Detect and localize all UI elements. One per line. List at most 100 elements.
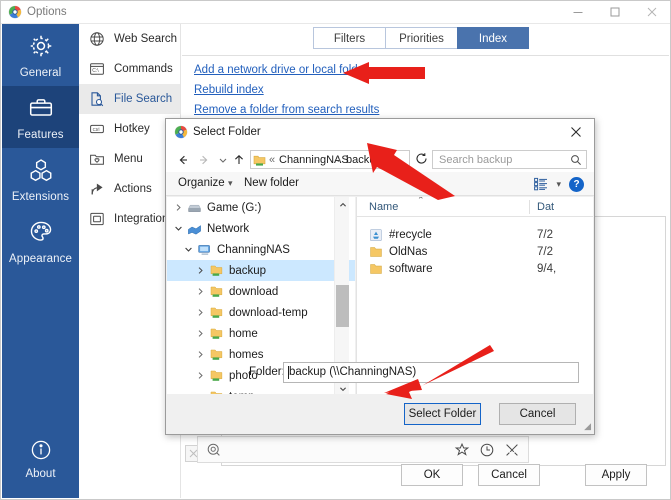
ok-button[interactable]: OK	[401, 464, 463, 486]
folder-name-value: backup (\\ChanningNAS)	[289, 366, 417, 378]
chevron-down-icon[interactable]	[383, 157, 393, 170]
search-placeholder: Search backup	[439, 154, 513, 166]
tab-index[interactable]: Index	[457, 27, 529, 49]
arrow-left-icon[interactable]	[173, 150, 192, 169]
chevron-right-icon[interactable]	[193, 371, 208, 380]
tree-row[interactable]: download	[167, 281, 355, 302]
svg-text:Ctrl: Ctrl	[93, 127, 100, 132]
chevron-right-icon[interactable]	[193, 287, 208, 296]
tree-row-backup[interactable]: backup	[167, 260, 355, 281]
folder-name-input[interactable]: backup (\\ChanningNAS)	[283, 362, 579, 383]
maximize-button[interactable]	[596, 1, 633, 23]
apply-button[interactable]: Apply	[585, 464, 647, 486]
organize-button[interactable]: Organize	[178, 177, 225, 189]
subnav-item-file-search[interactable]: File Search	[79, 84, 180, 114]
subnav-item-web-search[interactable]: Web Search	[79, 24, 180, 54]
disk-icon	[186, 200, 202, 216]
resize-grip-icon[interactable]: ◢	[584, 421, 591, 432]
globe-icon	[88, 30, 106, 48]
tree-label: backup	[229, 264, 267, 277]
file-search-icon	[88, 90, 106, 108]
chevron-down-icon[interactable]	[181, 245, 196, 254]
file-list-row[interactable]: software 9/4,	[357, 261, 593, 278]
tree-row[interactable]: Game (G:)	[167, 197, 355, 218]
refresh-icon[interactable]	[415, 152, 428, 168]
folder-icon	[369, 262, 383, 276]
tree-label: Network	[207, 222, 250, 235]
subnav-item-commands[interactable]: C:\ Commands	[79, 54, 180, 84]
star-icon[interactable]	[454, 442, 470, 458]
add-network-drive-link[interactable]: Add a network drive or local folder	[194, 64, 379, 76]
column-header-date[interactable]: Dat	[537, 201, 554, 213]
tree-label: ChanningNAS	[217, 243, 290, 256]
chevron-right-icon[interactable]	[171, 203, 186, 212]
tree-row[interactable]: Network	[167, 218, 355, 239]
dialog-cancel-button[interactable]: Cancel	[499, 403, 576, 425]
tree-row[interactable]: ChanningNAS	[167, 239, 355, 260]
tab-filters[interactable]: Filters	[313, 27, 385, 49]
file-list-header: Name ⌃ Dat	[357, 197, 593, 217]
help-icon[interactable]: ?	[569, 177, 584, 192]
palette-icon	[2, 210, 79, 253]
tree-row[interactable]: home	[167, 323, 355, 344]
scrollbar-thumb[interactable]	[336, 285, 349, 327]
info-icon	[2, 434, 79, 468]
network-folder-icon	[208, 326, 224, 342]
share-arrow-icon	[88, 180, 106, 198]
sidebar-item-label: Features	[17, 129, 64, 141]
scroll-up-icon[interactable]	[335, 197, 350, 212]
network-folder-icon	[253, 153, 266, 167]
search-input[interactable]: Search backup	[432, 150, 587, 169]
sidebar-item-features[interactable]: Features	[2, 86, 79, 148]
new-folder-button[interactable]: New folder	[244, 177, 299, 189]
cancel-button[interactable]: Cancel	[478, 464, 540, 486]
chevron-right-icon[interactable]	[193, 266, 208, 275]
sidebar-item-label: General	[19, 67, 62, 79]
close-button[interactable]	[633, 1, 670, 23]
remove-folder-link[interactable]: Remove a folder from search results	[194, 104, 379, 116]
background-search-bar[interactable]	[197, 436, 529, 463]
minimize-button[interactable]	[559, 1, 596, 23]
chevron-right-icon[interactable]	[193, 350, 208, 359]
sidebar-item-about[interactable]: About	[2, 434, 79, 490]
tree-row[interactable]: download-temp	[167, 302, 355, 323]
tree-label: download	[229, 285, 279, 298]
arrow-up-icon[interactable]	[229, 150, 248, 169]
computer-icon	[196, 242, 212, 258]
chevron-right-icon[interactable]	[193, 308, 208, 317]
rebuild-index-link[interactable]: Rebuild index	[194, 84, 379, 96]
sidebar-item-appearance[interactable]: Appearance	[2, 210, 79, 272]
clock-icon[interactable]	[479, 442, 495, 458]
chevron-down-icon[interactable]: ▾	[228, 178, 233, 189]
network-folder-icon	[208, 368, 224, 384]
view-list-icon[interactable]	[533, 176, 549, 192]
column-divider[interactable]	[529, 200, 530, 214]
chevron-right-icon[interactable]	[193, 329, 208, 338]
tree-label: Game (G:)	[207, 201, 262, 214]
column-header-name[interactable]: Name	[369, 201, 398, 213]
key-icon: Ctrl	[88, 120, 106, 138]
search-globe-icon	[8, 5, 22, 19]
chevron-down-icon[interactable]	[171, 224, 186, 233]
folder-field-label: Folder:	[249, 366, 285, 378]
select-folder-button[interactable]: Select Folder	[404, 403, 481, 425]
search-globe-icon	[174, 125, 188, 139]
recycle-icon	[369, 228, 383, 242]
file-list-row[interactable]: #recycle 7/2	[357, 227, 593, 244]
file-name: software	[389, 263, 433, 275]
sidebar-item-general[interactable]: General	[2, 24, 79, 86]
title-bar: Options	[1, 1, 670, 24]
chevron-down-icon[interactable]: ▾	[556, 179, 561, 190]
dialog-close-button[interactable]	[558, 119, 594, 145]
sidebar-item-label: Extensions	[11, 191, 70, 203]
tools-icon[interactable]	[504, 442, 520, 458]
breadcrumb-separator: «	[269, 154, 276, 166]
file-date: 7/2	[537, 246, 553, 258]
breadcrumb-item-backup[interactable]: backup	[346, 154, 381, 166]
sidebar-item-extensions[interactable]: Extensions	[2, 148, 79, 210]
network-folder-icon	[208, 347, 224, 363]
file-list-row[interactable]: OldNas 7/2	[357, 244, 593, 261]
tab-priorities[interactable]: Priorities	[385, 27, 457, 49]
breadcrumb[interactable]: « ChanningNAS › backup ›	[250, 150, 410, 169]
dialog-title: Select Folder	[193, 126, 261, 138]
